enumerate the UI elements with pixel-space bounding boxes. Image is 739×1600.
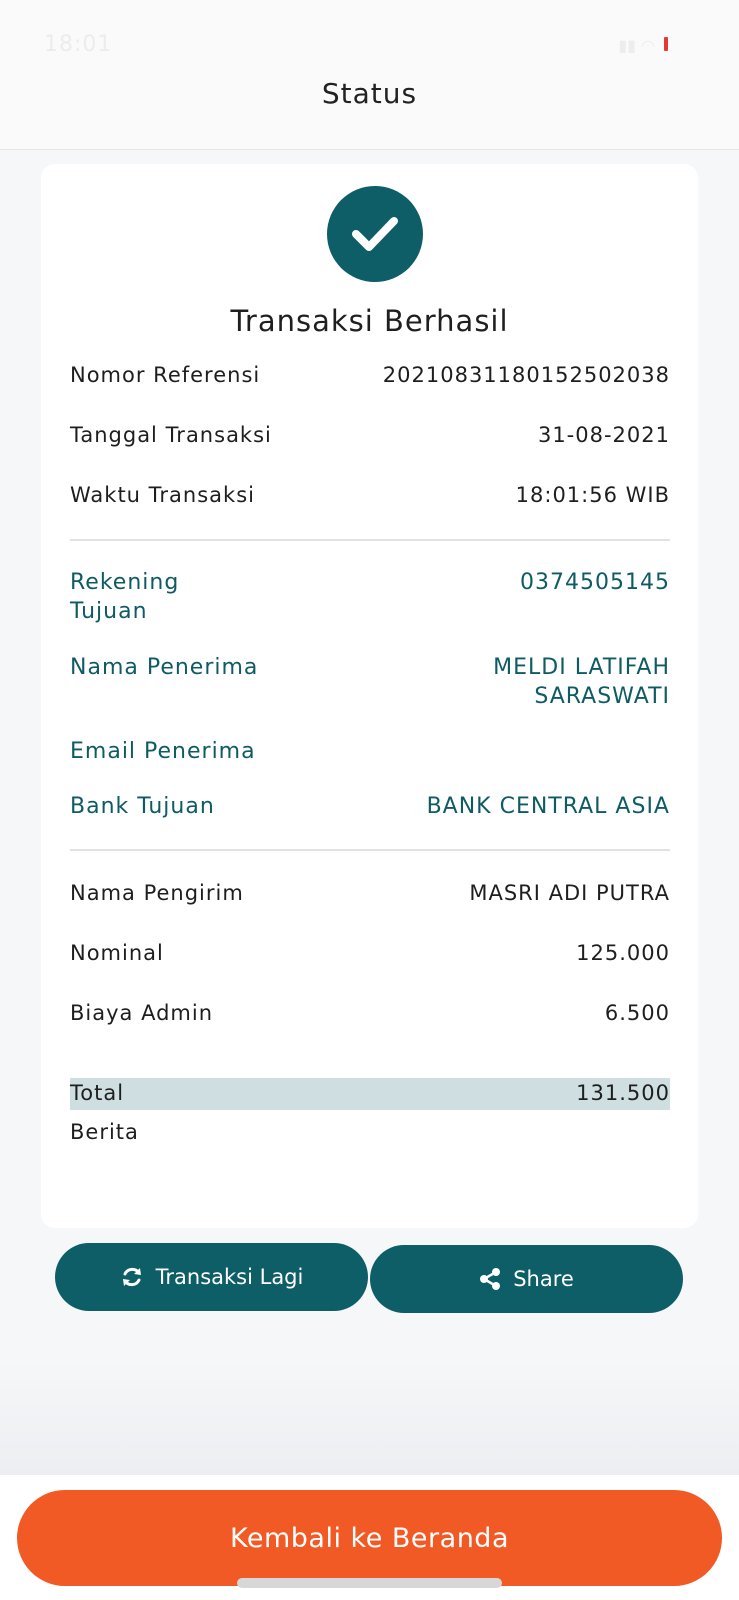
recipient-email-label: Email Penerima [70, 739, 256, 764]
message-row: Berita [70, 1118, 670, 1147]
page-header: Status [0, 60, 739, 150]
status-time: 18:01 [44, 32, 113, 57]
recipient-name-row: Nama Penerima MELDI LATIFAH SARASWATI [70, 653, 670, 711]
repeat-transaction-button[interactable]: Transaksi Lagi [55, 1243, 368, 1311]
sender-label: Nama Pengirim [70, 881, 244, 905]
destination-account-row: Rekening Tujuan 0374505145 [70, 568, 670, 626]
status-heading: Transaksi Berhasil [230, 304, 509, 338]
divider [70, 849, 670, 851]
time-value: 18:01:56 WIB [515, 483, 670, 507]
destination-bank-value: BANK CENTRAL ASIA [426, 794, 670, 819]
reference-row: Nomor Referensi 20210831180152502038 [70, 361, 670, 390]
divider [70, 539, 670, 541]
share-label: Share [513, 1267, 574, 1291]
date-row: Tanggal Transaksi 31-08-2021 [70, 421, 670, 450]
total-label: Total [70, 1081, 125, 1105]
admin-fee-label: Biaya Admin [70, 1001, 214, 1025]
home-indicator [237, 1578, 502, 1588]
amount-row: Nominal 125.000 [70, 939, 670, 968]
back-to-home-label: Kembali ke Beranda [230, 1522, 509, 1554]
destination-account-value: 0374505145 [520, 570, 670, 595]
amount-label: Nominal [70, 941, 164, 965]
signal-wifi-icon: ▮▮ ◠ [618, 36, 655, 55]
receipt-card: Transaksi Berhasil Nomor Referensi 20210… [41, 164, 698, 1228]
admin-fee-row: Biaya Admin 6.500 [70, 999, 670, 1028]
sender-row: Nama Pengirim MASRI ADI PUTRA [70, 879, 670, 908]
recipient-name-label: Nama Penerima [70, 655, 259, 680]
share-button[interactable]: Share [370, 1245, 683, 1313]
total-row: Total 131.500 [70, 1079, 670, 1108]
time-label: Waktu Transaksi [70, 483, 255, 507]
refresh-icon [120, 1265, 144, 1289]
background-fade [0, 1360, 739, 1475]
check-icon [327, 186, 423, 282]
back-to-home-button[interactable]: Kembali ke Beranda [17, 1490, 722, 1586]
reference-label: Nomor Referensi [70, 363, 261, 387]
destination-bank-label: Bank Tujuan [70, 794, 215, 819]
message-label: Berita [70, 1120, 139, 1144]
page-title: Status [321, 77, 418, 110]
battery-icon [664, 37, 668, 51]
time-row: Waktu Transaksi 18:01:56 WIB [70, 481, 670, 510]
date-label: Tanggal Transaksi [70, 423, 272, 447]
share-icon [479, 1267, 501, 1291]
recipient-email-row: Email Penerima [70, 737, 670, 766]
sender-value: MASRI ADI PUTRA [469, 881, 670, 905]
admin-fee-value: 6.500 [604, 1001, 670, 1025]
destination-account-label: Rekening Tujuan [70, 570, 180, 624]
recipient-name-value: MELDI LATIFAH SARASWATI [493, 655, 670, 709]
date-value: 31-08-2021 [537, 423, 670, 447]
destination-bank-row: Bank Tujuan BANK CENTRAL ASIA [70, 792, 670, 821]
repeat-transaction-label: Transaksi Lagi [155, 1265, 304, 1289]
reference-value: 20210831180152502038 [382, 363, 670, 387]
amount-value: 125.000 [576, 941, 670, 965]
total-value: 131.500 [576, 1081, 670, 1105]
